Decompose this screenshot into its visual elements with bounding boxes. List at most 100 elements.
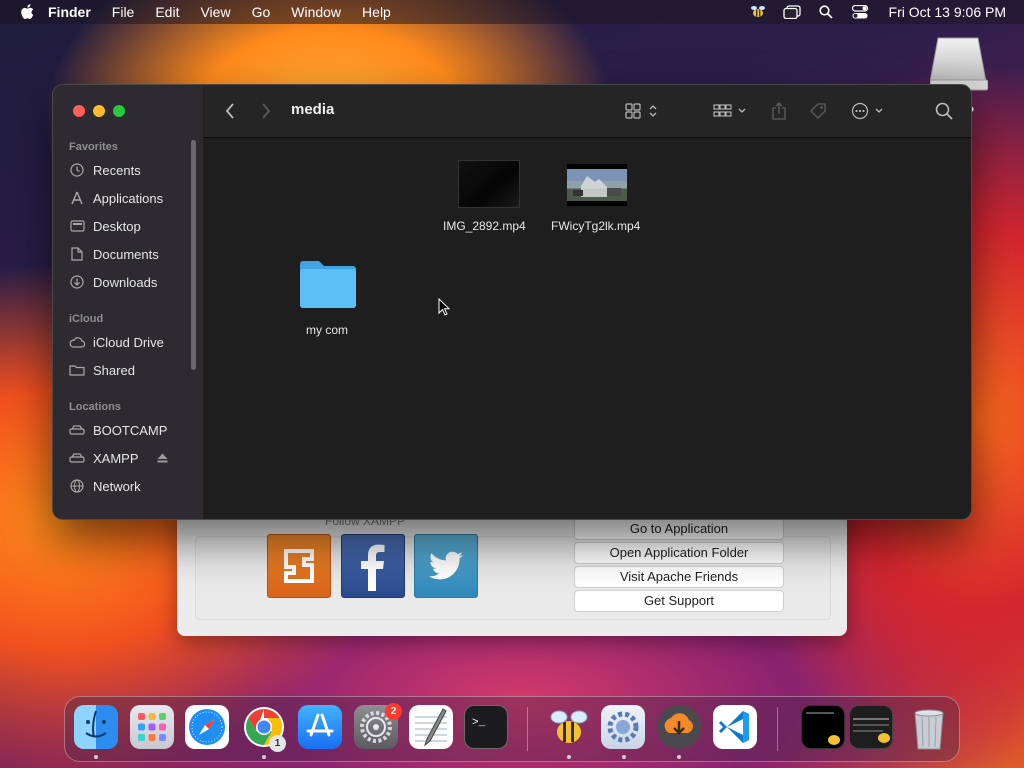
finder-sidebar: Favorites Recents Applications Desktop D… bbox=[53, 85, 204, 519]
desktop-icon bbox=[69, 218, 85, 234]
sidebar-item-label: iCloud Drive bbox=[93, 334, 164, 350]
download-icon bbox=[69, 274, 85, 290]
drive-icon bbox=[69, 422, 85, 438]
menu-file[interactable]: File bbox=[112, 4, 135, 20]
sidebar-section-favorites: Favorites bbox=[69, 141, 118, 153]
share-icon[interactable] bbox=[771, 101, 787, 121]
sidebar-item-label: Desktop bbox=[93, 218, 141, 234]
sidebar-item-label: Recents bbox=[93, 162, 141, 178]
globe-icon bbox=[69, 478, 85, 494]
sidebar-item-network[interactable]: Network bbox=[69, 477, 195, 495]
search-icon[interactable] bbox=[935, 101, 953, 121]
go-to-application-button[interactable]: Go to Application bbox=[574, 518, 784, 540]
dock-minimized-window-icon[interactable] bbox=[801, 705, 845, 749]
eject-icon[interactable] bbox=[157, 451, 168, 466]
file-item[interactable]: FWicyTg2lk.mp4 bbox=[549, 158, 647, 238]
menu-app-name[interactable]: Finder bbox=[48, 4, 91, 20]
sidebar-scrollbar[interactable] bbox=[191, 140, 196, 370]
close-button[interactable] bbox=[73, 105, 85, 117]
menu-window[interactable]: Window bbox=[291, 4, 341, 20]
sidebar-item-label: Applications bbox=[93, 190, 164, 206]
document-icon bbox=[69, 246, 85, 262]
facebook-icon[interactable] bbox=[341, 534, 405, 598]
file-name: IMG_2892.mp4 bbox=[443, 219, 526, 233]
window-stack-icon[interactable] bbox=[782, 4, 801, 20]
file-item[interactable]: IMG_2892.mp4 bbox=[441, 158, 539, 238]
menu-edit[interactable]: Edit bbox=[155, 4, 179, 20]
sidebar-item-applications[interactable]: Applications bbox=[69, 189, 195, 207]
dock-launchpad-icon[interactable] bbox=[130, 705, 174, 749]
apple-menu-icon[interactable] bbox=[20, 4, 34, 20]
file-name: FWicyTg2lk.mp4 bbox=[551, 219, 641, 233]
sidebar-item-xampp[interactable]: XAMPP bbox=[69, 449, 195, 467]
icon-view-icon[interactable] bbox=[625, 101, 659, 121]
menubar-clock[interactable]: Fri Oct 13 9:06 PM bbox=[889, 4, 1006, 20]
dock-xampp-manager-icon[interactable] bbox=[601, 705, 645, 749]
menu-help[interactable]: Help bbox=[362, 4, 391, 20]
chrome-badge: 1 bbox=[269, 735, 286, 752]
sidebar-item-recents[interactable]: Recents bbox=[69, 161, 195, 179]
applications-icon bbox=[69, 190, 85, 206]
clock-icon bbox=[69, 162, 85, 178]
sidebar-item-documents[interactable]: Documents bbox=[69, 245, 195, 263]
running-indicator bbox=[567, 755, 571, 759]
sidebar-item-label: Downloads bbox=[93, 274, 158, 290]
sidebar-section-locations: Locations bbox=[69, 401, 121, 413]
sidebar-item-bootcamp[interactable]: BOOTCAMP bbox=[69, 421, 195, 439]
sidebar-item-downloads[interactable]: Downloads bbox=[69, 273, 195, 291]
menu-go[interactable]: Go bbox=[252, 4, 271, 20]
svg-text:>_: >_ bbox=[472, 717, 486, 729]
folder-icon bbox=[300, 261, 356, 308]
sidebar-item-shared[interactable]: Shared bbox=[69, 361, 195, 379]
dock-separator bbox=[777, 707, 778, 751]
dock-textedit-icon[interactable] bbox=[409, 705, 453, 749]
sidebar-item-icloud-drive[interactable]: iCloud Drive bbox=[69, 333, 195, 351]
sidebar-item-label: Shared bbox=[93, 362, 135, 378]
dock-finder-icon[interactable] bbox=[74, 705, 118, 749]
sidebar-item-desktop[interactable]: Desktop bbox=[69, 217, 195, 235]
dock-trash-icon[interactable] bbox=[907, 705, 951, 750]
dock-terminal-icon[interactable]: >_ bbox=[464, 705, 508, 749]
cloud-icon bbox=[69, 334, 85, 350]
back-chevron-icon[interactable] bbox=[225, 101, 235, 121]
group-menu-icon[interactable] bbox=[713, 101, 749, 121]
shared-folder-icon bbox=[69, 362, 85, 378]
spotlight-search-icon[interactable] bbox=[817, 4, 835, 20]
sidebar-item-label: Network bbox=[93, 478, 141, 494]
control-center-icon[interactable] bbox=[851, 4, 869, 20]
xampp-logo-icon[interactable] bbox=[267, 534, 331, 598]
tag-icon[interactable] bbox=[809, 101, 827, 121]
menu-view[interactable]: View bbox=[200, 4, 230, 20]
video-thumbnail bbox=[458, 160, 520, 208]
visit-apache-friends-button[interactable]: Visit Apache Friends bbox=[574, 566, 784, 588]
window-title: media bbox=[291, 101, 335, 118]
finder-toolbar: media bbox=[203, 85, 971, 138]
running-indicator bbox=[622, 755, 626, 759]
sidebar-item-label: XAMPP bbox=[93, 450, 139, 466]
zoom-button[interactable] bbox=[113, 105, 125, 117]
dock-safari-icon[interactable] bbox=[185, 705, 229, 749]
dock-vscode-icon[interactable] bbox=[713, 705, 757, 749]
minimize-button[interactable] bbox=[93, 105, 105, 117]
more-actions-icon[interactable] bbox=[851, 101, 887, 121]
finder-window: Favorites Recents Applications Desktop D… bbox=[52, 84, 972, 520]
sidebar-item-label: Documents bbox=[93, 246, 159, 262]
open-application-folder-button[interactable]: Open Application Folder bbox=[574, 542, 784, 564]
file-name: my com bbox=[306, 323, 348, 337]
drive-icon bbox=[69, 450, 85, 466]
video-thumbnail bbox=[567, 164, 627, 206]
dock: 1 2 >_ bbox=[64, 696, 960, 762]
twitter-icon[interactable] bbox=[414, 534, 478, 598]
forward-chevron-icon[interactable] bbox=[261, 101, 271, 121]
mouse-cursor-icon bbox=[438, 298, 450, 316]
dock-app-store-icon[interactable] bbox=[298, 705, 342, 749]
dock-separator bbox=[527, 707, 528, 751]
file-item[interactable]: my com bbox=[293, 256, 363, 337]
get-support-button[interactable]: Get Support bbox=[574, 590, 784, 612]
dock-downloader-icon[interactable] bbox=[657, 705, 701, 749]
running-indicator bbox=[677, 755, 681, 759]
dock-bee-app-icon[interactable] bbox=[547, 705, 591, 749]
dock-minimized-window-icon[interactable] bbox=[849, 705, 893, 749]
bee-icon[interactable] bbox=[749, 4, 767, 20]
running-indicator bbox=[262, 755, 266, 759]
